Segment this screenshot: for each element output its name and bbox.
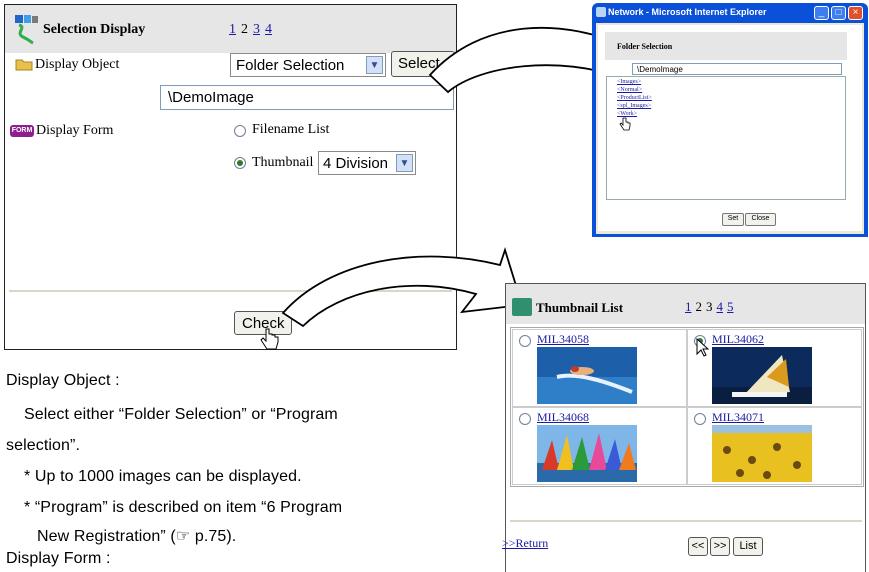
window-client: Folder Selection \DemoImage <Images> <No… xyxy=(596,23,864,234)
list-button[interactable]: List xyxy=(733,537,763,556)
thumbnail-name[interactable]: MIL34071 xyxy=(712,410,764,425)
window-page: Folder Selection \DemoImage <Images> <No… xyxy=(598,25,862,231)
arrow-cursor-icon xyxy=(696,338,710,357)
next-button[interactable]: >> xyxy=(710,537,730,556)
close-button[interactable]: Close xyxy=(745,213,776,226)
display-object-heading: Display Object : xyxy=(6,372,120,389)
tree-item[interactable]: <Normal> xyxy=(617,87,642,93)
page-current: 3 xyxy=(706,299,713,314)
folder-path-input[interactable]: \DemoImage xyxy=(632,63,842,75)
window-title: Network - Microsoft Internet Explorer xyxy=(608,7,767,17)
thumbnail-header: Thumbnail List 12345 xyxy=(506,284,865,324)
return-link[interactable]: >>Return xyxy=(502,536,548,551)
thumbnail-name[interactable]: MIL34058 xyxy=(537,332,589,347)
folder-selection-window: Network - Microsoft Internet Explorer _ … xyxy=(592,3,868,237)
hand-cursor-icon xyxy=(619,117,631,131)
thumbnail-cell[interactable]: MIL34071 xyxy=(687,407,862,485)
page-current: 2 xyxy=(695,299,703,314)
page-link[interactable]: 1 xyxy=(685,299,692,314)
thumbnail-cell[interactable]: MIL34062 xyxy=(687,329,862,407)
page-link[interactable]: 4 xyxy=(717,299,724,314)
thumbnail-title: Thumbnail List xyxy=(536,300,624,315)
thumbnail-radio[interactable] xyxy=(519,413,531,425)
description-line: Select either “Folder Selection” or “Pro… xyxy=(24,406,338,423)
thumbnail-image xyxy=(537,425,637,482)
previous-button[interactable]: << xyxy=(688,537,708,556)
note-line: * Up to 1000 images can be displayed. xyxy=(24,468,302,485)
display-form-heading: Display Form : xyxy=(6,550,111,567)
thumbnail-cell[interactable]: MIL34068 xyxy=(512,407,687,485)
folder-tree: <Images> <Normal> <ProductList> <spl_Ima… xyxy=(606,76,846,200)
arrow-to-thumbnail-list xyxy=(281,247,524,328)
note-line: * “Program” is described on item “6 Prog… xyxy=(24,499,343,516)
thumbnail-grid: MIL34058 MIL34062 MIL34068 MIL34071 xyxy=(510,327,864,487)
folder-selection-header: Folder Selection xyxy=(605,32,847,60)
maximize-icon[interactable]: □ xyxy=(831,6,846,20)
minimize-icon[interactable]: _ xyxy=(814,6,829,20)
thumbnail-list-panel: Thumbnail List 12345 MIL34058 MIL34062 M… xyxy=(502,283,866,572)
folder-selection-title: Folder Selection xyxy=(617,42,673,51)
description-line: selection”. xyxy=(6,437,81,454)
thumbnail-cell[interactable]: MIL34058 xyxy=(512,329,687,407)
close-icon[interactable]: × xyxy=(848,6,863,20)
thumbnail-image xyxy=(537,347,637,404)
set-button[interactable]: Set xyxy=(722,213,744,226)
thumbnail-name[interactable]: MIL34068 xyxy=(537,410,589,425)
thumbnail-name[interactable]: MIL34062 xyxy=(712,332,764,347)
tree-item[interactable]: <ProductList> xyxy=(617,95,652,101)
tree-item[interactable]: <spl_Images> xyxy=(617,103,651,109)
thumbnail-radio[interactable] xyxy=(519,335,531,347)
divider xyxy=(510,520,862,522)
page-link[interactable]: 5 xyxy=(727,299,734,314)
thumbnail-radio[interactable] xyxy=(694,413,706,425)
tree-item[interactable]: <Images> xyxy=(617,79,641,85)
thumbnail-image xyxy=(712,347,812,404)
ie-icon xyxy=(596,7,606,17)
chart-icon xyxy=(512,298,532,316)
page-links: 12345 xyxy=(685,299,738,315)
thumbnail-image xyxy=(712,425,812,482)
note-line: New Registration” (☞ p.75). xyxy=(37,528,237,545)
